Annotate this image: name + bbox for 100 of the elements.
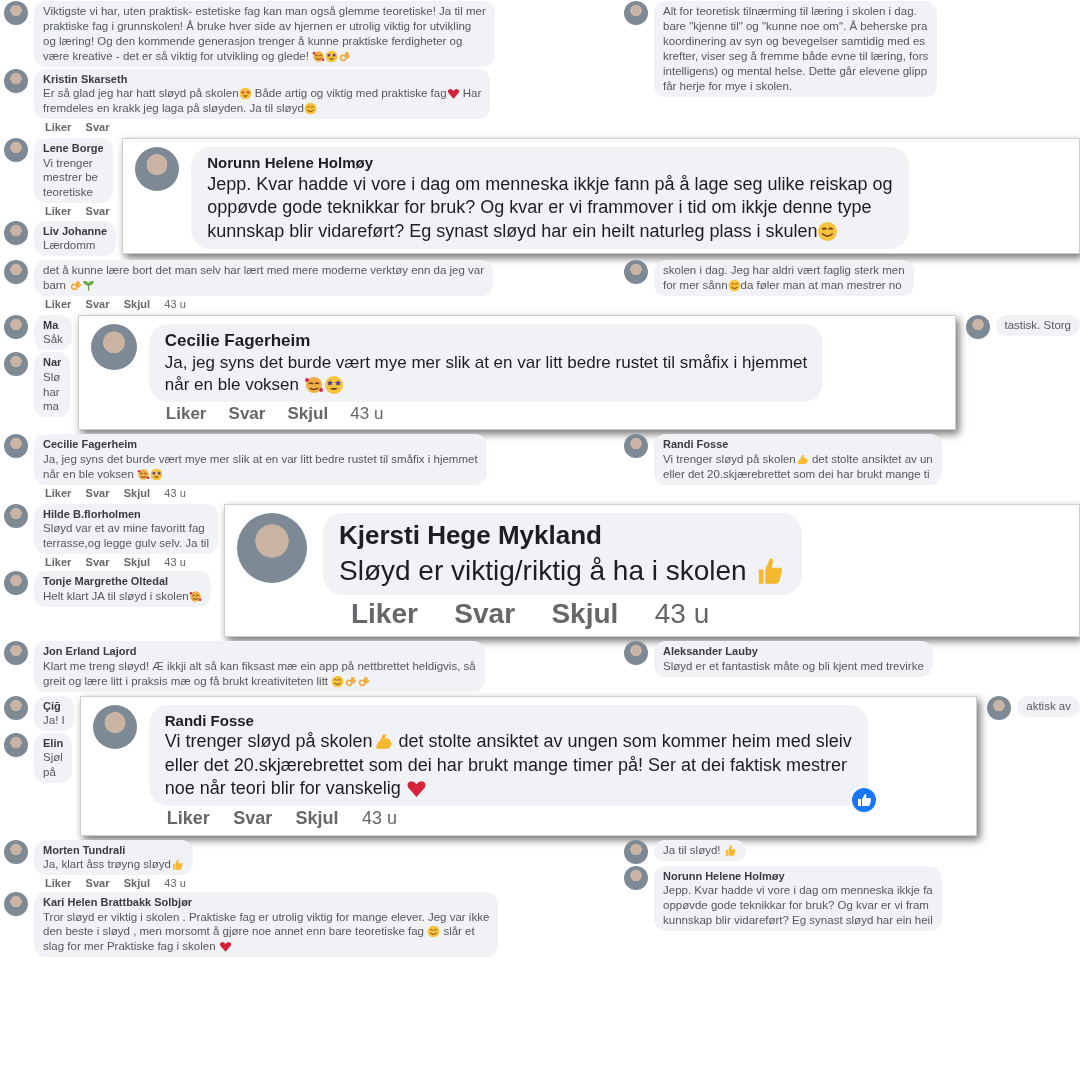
comment-action-link[interactable]: Liker: [45, 875, 72, 891]
commenter-name[interactable]: Hilde B.florholmen: [43, 506, 141, 522]
commenter-name[interactable]: Randi Fosse: [164, 710, 254, 731]
avatar-circle: [624, 259, 648, 284]
commenter-name[interactable]: Kristin Skarseth: [43, 71, 128, 87]
commenter-name[interactable]: Kari Helen Brattbakk Solbjør: [43, 895, 193, 910]
comment-text: på: [43, 765, 56, 781]
heart-eyes-face-icon: [238, 87, 252, 100]
thumbs-up-icon: [723, 843, 737, 857]
comment-text: noe når teori blir for vanskelig: [164, 776, 402, 800]
heart-icon: [405, 778, 427, 800]
comment-text: skolen i dag. Jeg har aldri vært faglig sterk men: [663, 262, 905, 278]
commenter-name[interactable]: Jon Erland Lajord: [43, 644, 137, 659]
smiling-face-with-hearts-icon: [188, 589, 202, 603]
comment-action-link[interactable]: Skjul: [295, 807, 339, 831]
comment-text: oppøvde gode teknikkar for bruk? Og kvar er vi fram: [663, 897, 929, 913]
avatar-circle: [4, 732, 28, 757]
comment-action-link[interactable]: Liker: [165, 403, 207, 426]
comment-action-link[interactable]: Skjul: [123, 875, 151, 891]
comment-time: 43 u: [654, 597, 710, 632]
commenter-name[interactable]: Nar: [43, 355, 62, 370]
ok-hand-icon: [69, 278, 83, 292]
commenter-name[interactable]: Morten Tundrali: [43, 842, 126, 857]
commenter-name[interactable]: Cecilie Fagerheim: [164, 330, 311, 353]
avatar-circle: [987, 695, 1012, 720]
comment-action-link[interactable]: Svar: [228, 403, 266, 426]
avatar-circle: [4, 259, 28, 284]
avatar-circle: [624, 1, 648, 25]
comment-text: bare "kjenne til" og "kunne noe om". Å beherske pra: [663, 18, 928, 34]
comment-text: intelligens) og mental helse. Dette går elevene glipp: [663, 63, 928, 79]
comment-text: da føler man at man mestrer no: [740, 277, 902, 293]
commenter-name[interactable]: Cecilie Fagerheim: [43, 437, 138, 452]
star-eyes-face-icon: [323, 375, 344, 396]
heart-icon: [446, 87, 460, 100]
smiling-face-with-hearts-icon: [137, 467, 150, 481]
comment-text: når en ble voksen: [43, 466, 135, 482]
comment-action-link[interactable]: Svar: [85, 555, 110, 570]
comment-action-link[interactable]: Svar: [233, 807, 273, 831]
comment-text: Lærdomm: [43, 237, 96, 253]
comment-action-link[interactable]: Liker: [45, 296, 72, 312]
comment-action-link[interactable]: Svar: [85, 296, 110, 312]
comment-text: Sløyd er viktig/riktig å ha i skolen: [339, 553, 748, 588]
comment-action-link[interactable]: Skjul: [123, 485, 151, 500]
commenter-name[interactable]: Çiğ: [43, 698, 61, 713]
comment-text: oppøvde gode teknikkar for bruk? Og kvar er vi frammover i tid om ikkje denne type: [207, 196, 872, 220]
comment-time: 43 u: [362, 807, 398, 831]
comment-action-link[interactable]: Skjul: [123, 555, 151, 570]
comment-text: det stolte ansiktet av ungen som kommer heim med sleiv: [397, 730, 852, 754]
comment-text: teoretiske: [43, 185, 93, 201]
commenter-name[interactable]: Liv Johanne: [43, 223, 108, 238]
comment-action-link[interactable]: Liker: [166, 807, 210, 831]
commenter-name[interactable]: Ma: [43, 318, 59, 333]
commenter-name[interactable]: Elin: [43, 735, 64, 751]
comment-action-link[interactable]: Skjul: [551, 596, 619, 633]
comment-text: Har: [461, 86, 482, 101]
comment-action-link[interactable]: Liker: [45, 204, 72, 219]
comment-action-link[interactable]: Liker: [45, 485, 72, 500]
comment-action-link[interactable]: Svar: [454, 596, 516, 633]
comment-action-link[interactable]: Svar: [85, 485, 110, 500]
avatar-circle: [4, 695, 28, 720]
comment-text: praktiske fag i grunnskolen! Å bruke hver side av hjernen er utrolig viktig for utvikling: [43, 18, 472, 34]
comment-text: koordinering av syn og bevegelser samtidig med es: [663, 33, 926, 49]
comment-text: Ja til sløyd!: [663, 842, 722, 858]
comment-text: Både artig og viktig med praktiske fag: [253, 86, 447, 101]
comment-text: Såk: [43, 332, 63, 348]
avatar-circle: [4, 352, 28, 377]
heart-icon: [218, 940, 232, 954]
comment-action-link[interactable]: Liker: [45, 555, 72, 570]
comment-text: og læring! Og den kommende generasjon trenger å kunne praktiske ferdigheter og: [43, 33, 463, 49]
comment-text: Sløyd er et fantastisk måte og bli kjent med trevirke: [663, 658, 924, 674]
comment-text: for mer sånn: [663, 277, 728, 293]
commenter-name[interactable]: Norunn Helene Holmøy: [663, 868, 785, 883]
commenter-name[interactable]: Randi Fosse: [663, 437, 729, 452]
comment-text: eller det 20.skjærebrettet som dei har brukt mange timer på! Ser at dei faktisk mestrer: [164, 753, 848, 777]
commenter-name[interactable]: Lene Borge: [43, 141, 104, 156]
commenter-name[interactable]: Kjersti Hege Mykland: [339, 518, 602, 553]
comment-action-link[interactable]: Liker: [351, 596, 418, 633]
commenter-name[interactable]: Norunn Helene Holmøy: [207, 153, 374, 173]
comment-action-link[interactable]: Svar: [85, 875, 110, 891]
comment-action-link[interactable]: Svar: [85, 204, 110, 219]
comment-text: terrasse,og legge gulv selv. Ja til: [43, 536, 209, 552]
comment-text: den beste i sløyd , men morsomt å gjøre noe annet enn bare teoretiske fag: [43, 924, 425, 940]
comment-action-link[interactable]: Liker: [45, 119, 72, 135]
comment-action-link[interactable]: Skjul: [123, 296, 151, 312]
smiling-face-icon: [427, 925, 441, 939]
commenter-name[interactable]: Tonje Margrethe Oltedal: [43, 574, 169, 589]
avatar-circle: [4, 434, 28, 459]
ok-hand-icon: [357, 674, 371, 688]
comment-text: barn: [43, 277, 68, 293]
comment-text: når en ble voksen: [164, 374, 301, 397]
comment-text: krefter, viser seg å fremme både evne til læring, fors: [663, 48, 929, 64]
comment-action-link[interactable]: Svar: [85, 119, 110, 135]
comment-action-link[interactable]: Skjul: [287, 403, 329, 426]
comment-text: Jepp. Kvar hadde vi vore i dag om menneska ikkje fann på å lage seg ulike reiskap og: [207, 172, 893, 196]
avatar-circle: [624, 865, 648, 890]
commenter-name[interactable]: Aleksander Lauby: [663, 644, 758, 659]
smiling-face-icon: [817, 220, 839, 242]
comment-time: 43 u: [350, 403, 384, 426]
comment-text: tastisk. Storg: [1004, 318, 1071, 333]
comment-time: 43 u: [164, 875, 186, 891]
